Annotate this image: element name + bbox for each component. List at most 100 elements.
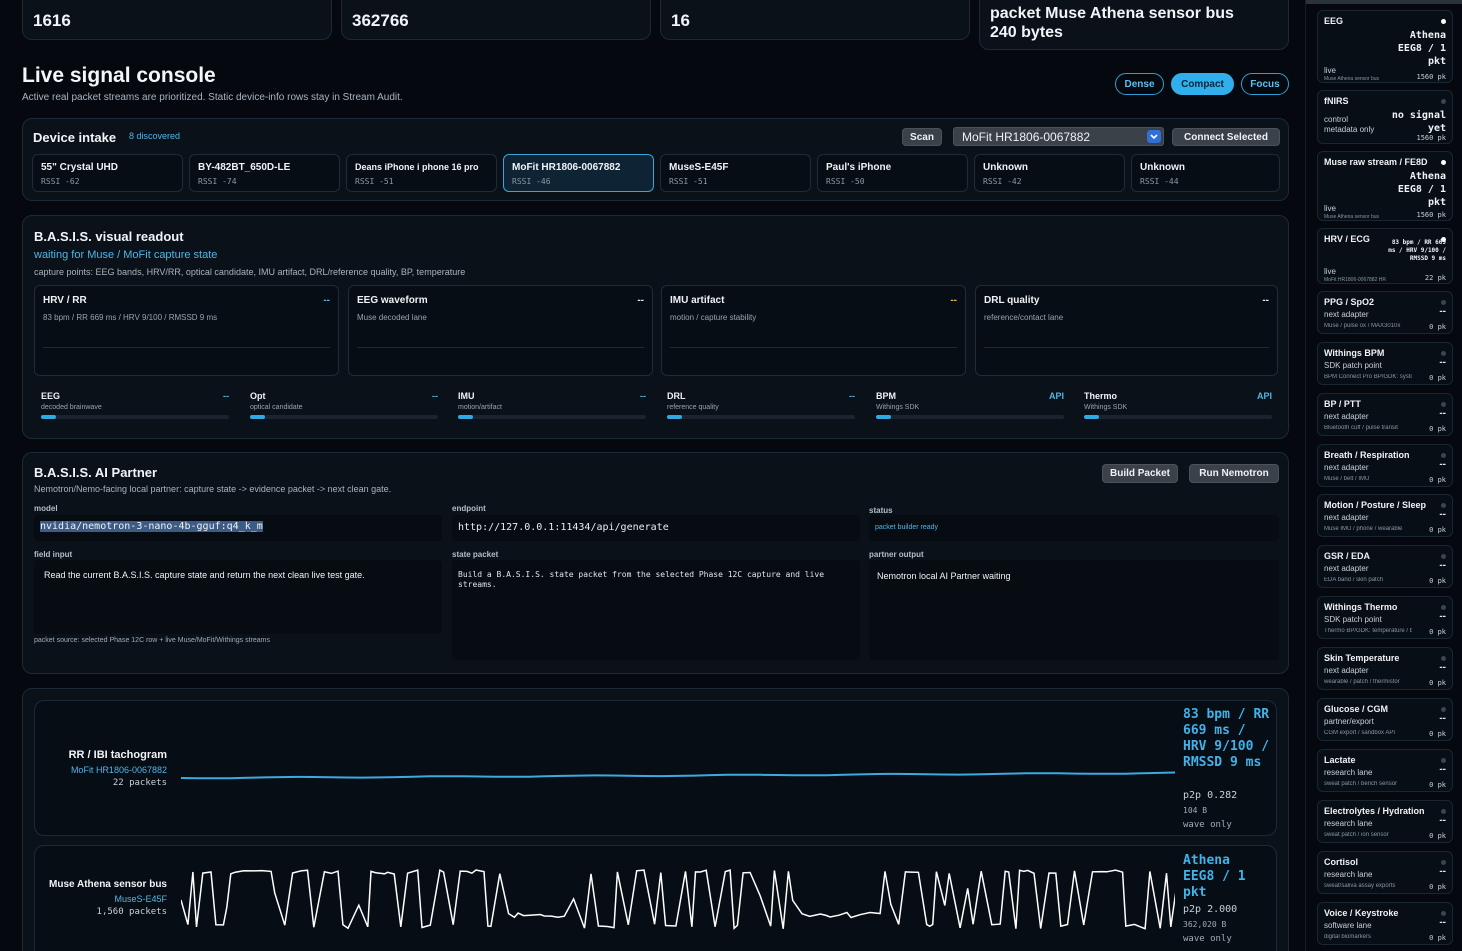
device-card[interactable]: BY-482BT_650D-LE RSSI -74 (189, 154, 340, 192)
sidebar-card-title: Skin Temperature (1324, 653, 1400, 663)
sidebar-card-packets: 0 pk (1429, 628, 1446, 636)
sidebar-card-value: -- (1439, 408, 1446, 419)
sidebar-card-status: next adapter (1324, 666, 1369, 675)
stat-value: 1616 (33, 11, 71, 30)
device-card[interactable]: MuseS-E45F RSSI -51 (660, 154, 811, 192)
sidebar-card-title: Muse raw stream / FE8D (1324, 157, 1428, 167)
status-dot-icon (1441, 99, 1446, 104)
muse-wave-line (181, 868, 1175, 930)
metric-opt: Opt optical candidate -- (250, 391, 438, 423)
sidebar-stream-card[interactable]: Voice / Keystroke software lane digital bi… (1317, 902, 1453, 945)
sidebar-stream-card[interactable]: Motion / Posture / Sleep next adapter Muse… (1317, 494, 1453, 537)
sidebar-card-packets: 0 pk (1429, 374, 1446, 382)
app-root: 1616 362766 16 packet Muse Athena sensor… (0, 0, 1462, 951)
stat-value: 362766 (352, 11, 409, 30)
visual-readout-title: B.A.S.I.S. visual readout (34, 229, 184, 244)
sidebar-card-sub: BPM Connect Pro BP/GDK: systolic / diast… (1324, 374, 1412, 380)
sidebar-card-packets: 0 pk (1429, 476, 1446, 484)
lane-imu-artifact: IMU artifact -- motion / capture stability (661, 285, 966, 376)
sidebar-stream-card[interactable]: Cortisol research lane sweat/saliva assay … (1317, 851, 1453, 894)
lane-eeg-waveform: EEG waveform -- Muse decoded lane (348, 285, 653, 376)
metric-title: Thermo (1084, 391, 1118, 401)
status-dot-icon (1441, 160, 1446, 165)
metric-value: API (1048, 391, 1064, 401)
sidebar-stream-card[interactable]: Lactate research lane sweat patch / bench … (1317, 749, 1453, 792)
sidebar-stream-card[interactable]: Electrolytes / Hydration research lane swe… (1317, 800, 1453, 843)
device-rssi: RSSI -50 (826, 177, 865, 186)
metric-value: -- (432, 391, 438, 401)
sidebar-stream-card[interactable]: Withings Thermo SDK patch point Thermo BP/… (1317, 596, 1453, 639)
sidebar-stream-card[interactable]: fNIRS no signal yet control metadata only 1… (1317, 90, 1453, 144)
metric-value: -- (849, 391, 855, 401)
stream-readout: 83 bpm / RR 669 ms / HRV 9/100 / RMSSD 9… (1183, 707, 1270, 770)
sidebar-card-sub: CGM export / sandbox API (1324, 730, 1396, 736)
sidebar-card-title: Glucose / CGM (1324, 704, 1389, 714)
field-input-textarea[interactable]: Read the current B.A.S.I.S. capture stat… (34, 560, 442, 634)
metric-sub: Withings SDK (876, 404, 920, 411)
metric-value: API (1256, 391, 1272, 401)
connect-selected-button[interactable]: Connect Selected (1172, 128, 1280, 146)
metric-sub: optical candidate (250, 404, 303, 411)
metric-title: IMU (458, 391, 475, 401)
sidebar-card-status: SDK patch point (1324, 615, 1382, 624)
device-card[interactable]: Deans iPhone i phone 16 pro RSSI -51 (346, 154, 497, 192)
partner-output-value: Nemotron local AI Partner waiting (877, 571, 1011, 581)
device-name: Paul's iPhone (826, 162, 892, 173)
metric-bar (41, 415, 229, 419)
metric-fill (1084, 415, 1100, 419)
sidebar-stream-card[interactable]: BP / PTT next adapter Bluetooth cuff / pul… (1317, 393, 1453, 436)
lane-value: -- (323, 295, 330, 306)
page-title: Live signal console (22, 64, 216, 87)
focus-button[interactable]: Focus (1241, 73, 1289, 95)
device-card[interactable]: Unknown RSSI -44 (1131, 154, 1280, 192)
stream-bytes: 104 B (1183, 806, 1208, 815)
sidebar-stream-card[interactable]: GSR / EDA next adapter EDA band / skin pat… (1317, 545, 1453, 588)
device-card[interactable]: Paul's iPhone RSSI -50 (817, 154, 968, 192)
sidebar-card-status: live (1324, 66, 1337, 75)
status-dot-icon (1441, 402, 1446, 407)
metric-fill (876, 415, 892, 419)
state-packet-value: Build a B.A.S.I.S. state packet from the… (458, 570, 825, 589)
sidebar-stream-card[interactable]: PPG / SpO2 next adapter Muse / pulse ox / … (1317, 291, 1453, 334)
model-field[interactable]: nvidia/nemotron-3-nano-4b-gguf:q4_k_m (34, 515, 442, 541)
sidebar-card-value: -- (1439, 764, 1446, 775)
sidebar-stream-card[interactable]: EEG Athena EEG8 / 1 pkt live Muse Athena se… (1317, 10, 1453, 83)
dense-button[interactable]: Dense (1115, 73, 1164, 95)
sidebar-card-sub: EDA band / skin patch (1324, 577, 1384, 583)
scan-button[interactable]: Scan (902, 128, 942, 146)
sidebar-card-packets: 0 pk (1429, 679, 1446, 687)
status-dot-icon (1441, 605, 1446, 610)
state-packet-textarea[interactable]: Build a B.A.S.I.S. state packet from the… (452, 560, 860, 660)
compact-button[interactable]: Compact (1171, 73, 1234, 95)
sidebar-stream-card[interactable]: Skin Temperature next adapter wearable / p… (1317, 647, 1453, 690)
device-card-selected[interactable]: MoFit HR1806-0067882 RSSI -46 (503, 154, 654, 192)
build-packet-button[interactable]: Build Packet (1102, 464, 1178, 483)
lane-value: -- (950, 295, 957, 306)
sidebar-stream-card[interactable]: Muse raw stream / FE8D Athena EEG8 / 1 pk… (1317, 151, 1453, 221)
metric-title: Opt (250, 391, 266, 401)
sidebar-stream-card[interactable]: Glucose / CGM partner/export CGM export / … (1317, 698, 1453, 741)
device-name: MoFit HR1806-0067882 (512, 162, 621, 173)
device-select[interactable]: MoFit HR1806-0067882 (953, 127, 1164, 146)
status-dot-icon (1441, 503, 1446, 508)
sidebar-stream-card[interactable]: Breath / Respiration next adapter Muse / b… (1317, 444, 1453, 487)
sidebar-stream-card[interactable]: HRV / ECG 83 bpm / RR 669 ms / HRV 9/100 … (1317, 228, 1453, 284)
sidebar-card-title: Cortisol (1324, 857, 1359, 867)
lane-title: IMU artifact (670, 295, 725, 306)
stream-packets: 22 packets (112, 778, 167, 788)
metric-eeg: EEG decoded brainwave -- (41, 391, 229, 423)
device-card[interactable]: Unknown RSSI -42 (974, 154, 1125, 192)
metric-title: EEG (41, 391, 61, 401)
capture-state: waiting for Muse / MoFit capture state (34, 249, 218, 261)
sidebar-card-status: research lane (1324, 768, 1373, 777)
sidebar-card-title: Voice / Keystroke (1324, 908, 1399, 918)
status-dot-icon (1441, 554, 1446, 559)
sidebar-stream-card[interactable]: Withings BPM SDK patch point BPM Connect P… (1317, 342, 1453, 385)
packet-source: packet source: selected Phase 12C row + … (34, 637, 270, 644)
endpoint-field[interactable]: http://127.0.0.1:11434/api/generate (452, 515, 860, 541)
run-nemotron-button[interactable]: Run Nemotron (1189, 464, 1279, 483)
device-card[interactable]: 55" Crystal UHD RSSI -62 (32, 154, 183, 192)
rr-wave (181, 771, 1175, 780)
stream-p2p: p2p 0.282 (1183, 790, 1238, 801)
device-rssi: RSSI -74 (198, 177, 237, 186)
